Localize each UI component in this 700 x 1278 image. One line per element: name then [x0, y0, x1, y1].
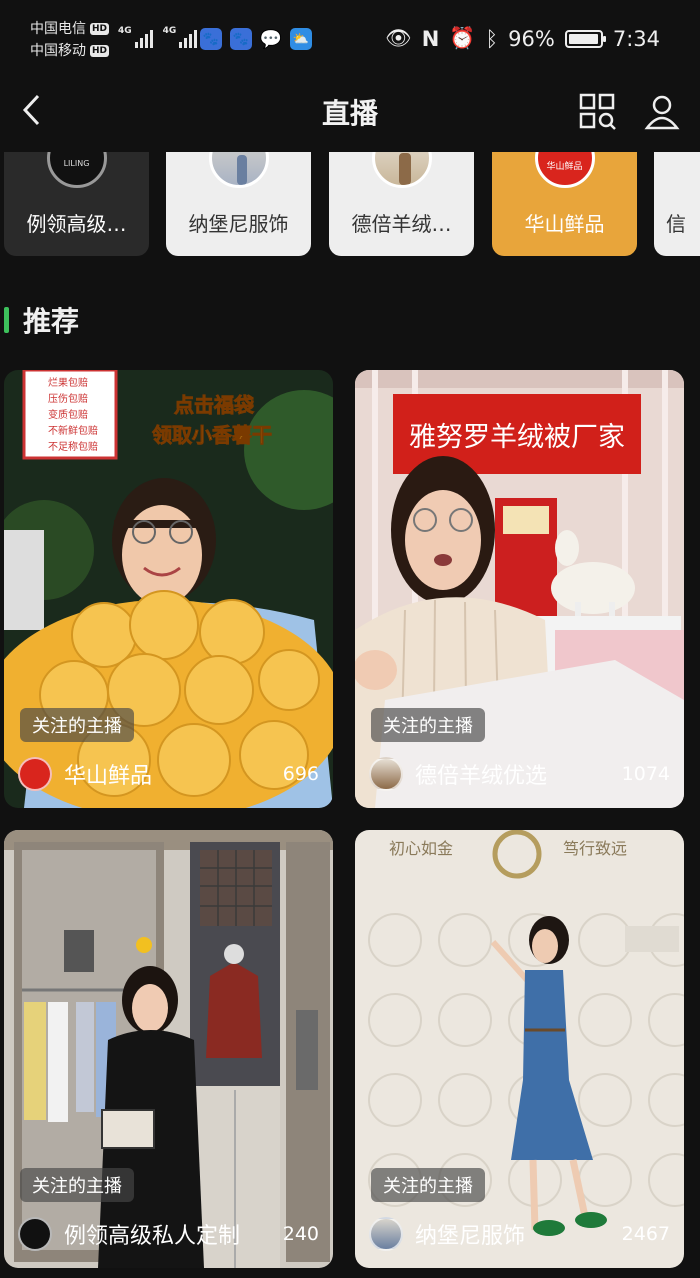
- avatar: LILING: [46, 152, 107, 188]
- avatar: [208, 152, 269, 188]
- grid-search-icon: [579, 93, 616, 130]
- anchor-card[interactable]: 德倍羊绒…: [329, 152, 474, 256]
- person-icon: [644, 95, 680, 130]
- system-status: 👁 N ⏰ ᛒ 96% 7:34: [385, 26, 660, 51]
- live-stream-thumbnail: 雅努罗羊绒被厂家: [355, 370, 684, 808]
- guarantee-line: 烂果包赔: [48, 376, 88, 389]
- store-banner: 雅努罗羊绒被厂家: [409, 422, 625, 453]
- viewer-count: 696: [282, 763, 319, 785]
- signal-indicators: 4G 4G: [118, 26, 198, 48]
- avatar: 华山鲜品: [534, 152, 595, 188]
- notification-icons: 🐾 🐾 💬 ⛅: [200, 28, 312, 50]
- eye-icon: 👁: [385, 26, 412, 50]
- live-stream-thumbnail: [4, 830, 333, 1268]
- live-card[interactable]: 雅努罗羊绒被厂家 关注的主播 德倍羊绒优选 1074: [355, 370, 684, 808]
- carrier-1: 中国电信: [30, 21, 86, 37]
- anchor-name: 德倍羊绒…: [351, 212, 452, 236]
- anchor-name: 华山鲜品: [524, 212, 605, 236]
- signal-1-icon: 4G: [118, 26, 153, 48]
- streamer-name: 德倍羊绒优选: [415, 764, 548, 789]
- live-card[interactable]: 关注的主播 例领高级私人定制 240: [4, 830, 333, 1268]
- hd-badge: HD: [90, 45, 110, 57]
- viewer-count: 2467: [621, 1223, 670, 1245]
- anchor-name: 例领高级…: [26, 212, 127, 236]
- following-tag: 关注的主播: [371, 1168, 485, 1202]
- anchor-name: 信: [666, 212, 686, 236]
- streamer-avatar[interactable]: [18, 1217, 52, 1251]
- hd-badge: HD: [90, 23, 110, 35]
- anchor-card[interactable]: 信: [654, 152, 700, 256]
- following-tag: 关注的主播: [371, 708, 485, 742]
- avatar: [371, 152, 432, 188]
- following-tag: 关注的主播: [20, 1168, 134, 1202]
- guarantee-line: 不新鲜包赔: [48, 424, 98, 437]
- battery-percent: 96%: [508, 26, 555, 51]
- clock: 7:34: [612, 26, 660, 51]
- baidu-paw-icon: 🐾: [200, 28, 222, 50]
- status-bar: 中国电信 HD 中国移动 HD 4G 4G 🐾 🐾 💬 ⛅ 👁 N ⏰ ᛒ 96% …: [0, 0, 700, 78]
- viewer-count: 1074: [621, 763, 670, 785]
- streamer-avatar[interactable]: [369, 1217, 403, 1251]
- anchor-card[interactable]: 华山鲜品 华山鲜品: [492, 152, 637, 256]
- alarm-icon: ⏰: [449, 26, 476, 50]
- streamer-name: 纳堡尼服饰: [415, 1224, 526, 1249]
- category-search-button[interactable]: [578, 92, 618, 132]
- card-footer: 华山鲜品 696: [18, 756, 319, 792]
- guarantee-line: 不足称包赔: [48, 440, 98, 453]
- bluetooth-icon: ᛒ: [485, 26, 499, 51]
- guarantee-line: 变质包赔: [48, 408, 88, 421]
- promo-text-2: 领取小香薯干: [152, 423, 272, 447]
- viewer-count: 240: [282, 1223, 319, 1245]
- live-card[interactable]: 初心如金 笃行致远 关注的主播 纳堡尼服饰 2467: [355, 830, 684, 1268]
- streamer-avatar[interactable]: [18, 757, 52, 791]
- anchor-name: 纳堡尼服饰: [188, 212, 289, 236]
- wall-slogan: 笃行致远: [563, 839, 627, 858]
- promo-text-1: 点击福袋: [174, 393, 255, 417]
- streamer-avatar[interactable]: [369, 757, 403, 791]
- streamer-name: 例领高级私人定制: [64, 1224, 241, 1249]
- section-header: 推荐: [4, 300, 79, 340]
- guarantee-line: 压伤包赔: [48, 392, 88, 405]
- nav-bar: 直播: [0, 80, 700, 142]
- streamer-name: 华山鲜品: [64, 764, 153, 789]
- message-bubble-icon: 💬: [259, 28, 283, 50]
- anchor-card[interactable]: 纳堡尼服饰: [166, 152, 311, 256]
- live-stream-thumbnail: 初心如金 笃行致远: [355, 830, 684, 1268]
- carrier-2: 中国移动: [30, 43, 86, 59]
- anchor-card[interactable]: LILING 例领高级…: [4, 152, 149, 256]
- baidu-paw-icon: 🐾: [230, 28, 252, 50]
- signal-2-icon: 4G: [163, 26, 198, 48]
- card-footer: 纳堡尼服饰 2467: [369, 1216, 670, 1252]
- profile-button[interactable]: [642, 92, 682, 132]
- card-footer: 德倍羊绒优选 1074: [369, 756, 670, 792]
- following-tag: 关注的主播: [20, 708, 134, 742]
- battery-icon: [564, 29, 606, 48]
- section-accent-bar: [4, 307, 9, 333]
- nfc-icon: N: [421, 26, 440, 51]
- live-card[interactable]: 烂果包赔 压伤包赔 变质包赔 不新鲜包赔 不足称包赔 点击福袋 领取小香薯干 关…: [4, 370, 333, 808]
- live-stream-thumbnail: 烂果包赔 压伤包赔 变质包赔 不新鲜包赔 不足称包赔 点击福袋 领取小香薯干: [4, 370, 333, 808]
- wall-slogan: 初心如金: [389, 839, 453, 858]
- carrier-info: 中国电信 HD 中国移动 HD: [30, 18, 110, 62]
- followed-anchors-row[interactable]: LILING 例领高级… 纳堡尼服饰 德倍羊绒… 华山鲜品 华山鲜品 信: [0, 152, 700, 258]
- card-footer: 例领高级私人定制 240: [18, 1216, 319, 1252]
- weather-icon: ⛅: [290, 28, 312, 50]
- section-title: 推荐: [23, 305, 80, 338]
